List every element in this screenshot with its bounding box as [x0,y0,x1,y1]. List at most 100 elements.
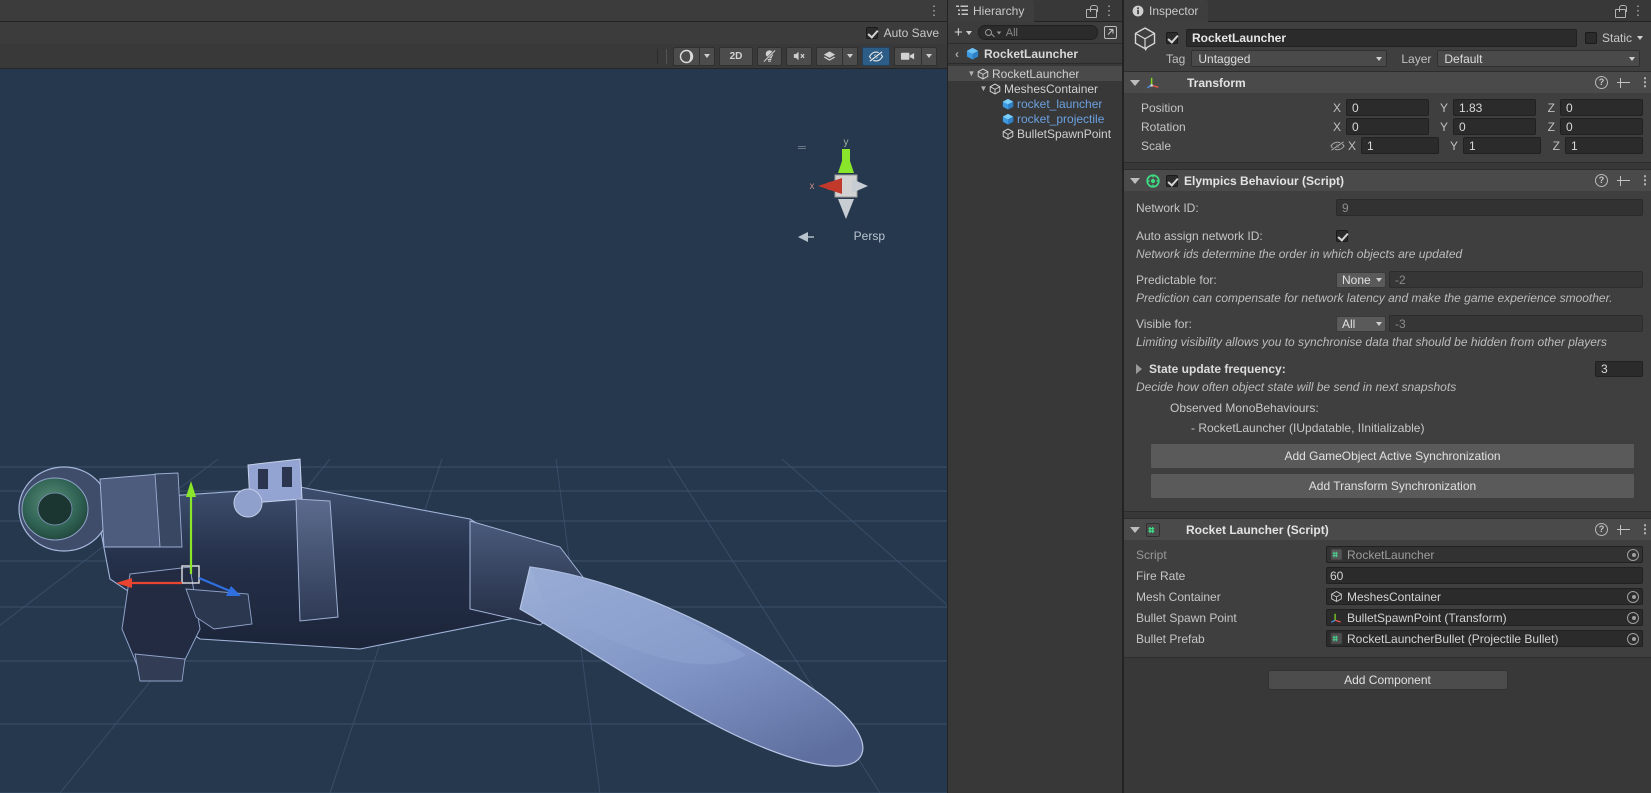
hierarchy-tree[interactable]: ▼ RocketLauncher ▼ MeshesContainer ▼ [948,64,1122,793]
add-component-button[interactable]: Add Component [1267,670,1508,690]
hierarchy-row-rocketlauncher[interactable]: ▼ RocketLauncher [948,66,1122,81]
scene-lighting-dropdown-button[interactable] [673,46,699,66]
object-enabled-checkbox[interactable] [1166,32,1178,44]
fire-rate-input[interactable]: 60 [1326,567,1643,584]
scene-camera-dropdown-arrow[interactable] [921,46,937,66]
visible-for-number-value: -3 [1395,316,1406,331]
tab-hierarchy[interactable]: Hierarchy [948,0,1035,22]
lock-icon[interactable] [1085,4,1098,18]
mesh-container-object-field[interactable]: MeshesContainer [1326,588,1643,605]
scene-fx-dropdown-arrow[interactable] [842,46,858,66]
elympics-body: Network ID: 9 Auto assign network ID: Ne… [1124,191,1651,511]
preset-icon[interactable] [1617,175,1630,187]
gameobject-icon[interactable] [1132,25,1158,51]
script-object-field: RocketLauncher [1326,546,1643,563]
transform-title: Transform [1187,75,1246,90]
scene-fx-dropdown-button[interactable] [816,46,842,66]
hierarchy-item-label: RocketLauncher [992,66,1080,81]
visible-for-hint: Limiting visibility allows you to synchr… [1136,335,1607,349]
static-checkbox[interactable] [1584,32,1597,44]
kebab-menu-icon[interactable]: ⋮ [927,4,941,17]
kebab-menu-icon[interactable]: ⋮ [1639,76,1651,88]
position-x-input[interactable]: 0 [1346,99,1429,116]
add-transform-sync-button[interactable]: Add Transform Synchronization [1150,473,1635,499]
lock-icon[interactable] [1614,4,1627,18]
rotation-y-input[interactable]: 0 [1453,118,1536,135]
scale-z-input[interactable]: 1 [1565,137,1643,154]
create-gameobject-button[interactable]: + [952,24,974,41]
foldout-arrow-icon[interactable] [1130,79,1140,86]
state-update-frequency-row: State update frequency: 3 [1136,358,1643,379]
gameobject-icon [989,82,1001,95]
gameobject-icon [1331,590,1342,603]
visible-for-dropdown[interactable]: All [1336,315,1386,332]
scene-visibility-toggle-button[interactable] [862,46,890,66]
scene-lighting-dropdown-arrow[interactable] [699,46,715,66]
kebab-menu-icon[interactable]: ⋮ [1102,4,1116,17]
tag-dropdown[interactable]: Untagged [1191,50,1388,67]
kebab-menu-icon[interactable]: ⋮ [1639,174,1651,186]
rotation-x-input[interactable]: 0 [1346,118,1429,135]
breadcrumb-back-button[interactable]: ‹ [952,47,961,61]
predictable-for-value: None [1342,272,1371,287]
rocket-launcher-header[interactable]: Rocket Launcher (Script) ? ⋮ [1124,519,1651,540]
hierarchy-search-input[interactable]: All [977,25,1098,40]
kebab-menu-icon[interactable]: ⋮ [1639,523,1651,535]
hierarchy-row-bulletspawnpoint[interactable]: ▼ BulletSpawnPoint [948,126,1122,141]
predictable-for-dropdown[interactable]: None [1336,271,1386,288]
foldout-arrow-icon[interactable] [1130,526,1140,533]
foldout-arrow-icon[interactable]: ▼ [978,84,989,93]
scale-x-input[interactable]: 1 [1361,137,1439,154]
help-icon[interactable]: ? [1595,174,1608,187]
mesh-container-value: MeshesContainer [1347,589,1442,604]
object-picker-icon[interactable] [1627,548,1639,561]
hierarchy-expand-button[interactable] [1102,25,1118,40]
scene-projection-label[interactable]: Persp [854,229,885,243]
gizmo-drag-handle[interactable]: ═ [798,143,806,154]
hierarchy-row-meshescontainer[interactable]: ▼ MeshesContainer [948,81,1122,96]
object-name-input[interactable]: RocketLauncher [1186,29,1577,47]
help-icon[interactable]: ? [1595,523,1608,536]
bullet-spawn-point-object-field[interactable]: BulletSpawnPoint (Transform) [1326,609,1643,626]
scene-lighting-toggle-button[interactable] [757,46,782,66]
elympics-header[interactable]: Elympics Behaviour (Script) ? ⋮ [1124,170,1651,191]
toolbar-divider-2 [666,48,667,64]
position-z-input[interactable]: 0 [1560,99,1643,116]
constrain-proportions-off-icon[interactable] [1330,140,1345,152]
hierarchy-icon [956,5,968,15]
kebab-menu-icon[interactable]: ⋮ [1631,4,1645,17]
tab-inspector[interactable]: Inspector [1124,0,1209,22]
object-picker-icon[interactable] [1627,611,1639,624]
foldout-arrow-icon[interactable] [1136,363,1142,374]
layer-dropdown[interactable]: Default [1437,50,1640,67]
svg-text:y: y [844,137,849,148]
preset-icon[interactable] [1617,524,1630,536]
position-y-input[interactable]: 1.83 [1453,99,1536,116]
object-picker-icon[interactable] [1627,632,1639,645]
auto-assign-checkbox[interactable] [1336,229,1348,242]
preset-icon[interactable] [1617,77,1630,89]
position-y-value: 1.83 [1459,100,1483,115]
transform-header[interactable]: Transform ? ⋮ [1124,72,1651,93]
scene-camera-dropdown-button[interactable] [894,46,921,66]
hierarchy-row-rocket-projectile-mesh[interactable]: ▼ rocket_projectile [948,111,1122,126]
state-update-frequency-input[interactable]: 3 [1595,360,1643,377]
breadcrumb-label[interactable]: RocketLauncher [984,47,1078,61]
chevron-down-icon[interactable] [1637,36,1643,40]
object-picker-icon[interactable] [1627,590,1639,603]
foldout-arrow-icon[interactable]: ▼ [966,69,977,78]
elympics-enabled-checkbox[interactable] [1166,174,1178,187]
foldout-arrow-icon[interactable] [1130,177,1140,184]
scale-y-input[interactable]: 1 [1463,137,1541,154]
toggle-2d-button[interactable]: 2D [719,46,753,66]
hierarchy-row-rocket-launcher-mesh[interactable]: ▼ rocket_launcher [948,96,1122,111]
component-elympics-behaviour: Elympics Behaviour (Script) ? ⋮ Network … [1124,169,1651,512]
rotation-z-input[interactable]: 0 [1560,118,1643,135]
bullet-prefab-object-field[interactable]: RocketLauncherBullet (Projectile Bullet) [1326,630,1643,647]
add-gameobject-active-sync-button[interactable]: Add GameObject Active Synchronization [1150,443,1635,469]
scene-audio-toggle-button[interactable] [786,46,812,66]
auto-save-checkbox[interactable] [865,27,878,39]
scale-x-value: 1 [1367,138,1374,153]
help-icon[interactable]: ? [1595,76,1608,89]
scene-viewport[interactable]: y x ═ Persp [0,69,947,793]
